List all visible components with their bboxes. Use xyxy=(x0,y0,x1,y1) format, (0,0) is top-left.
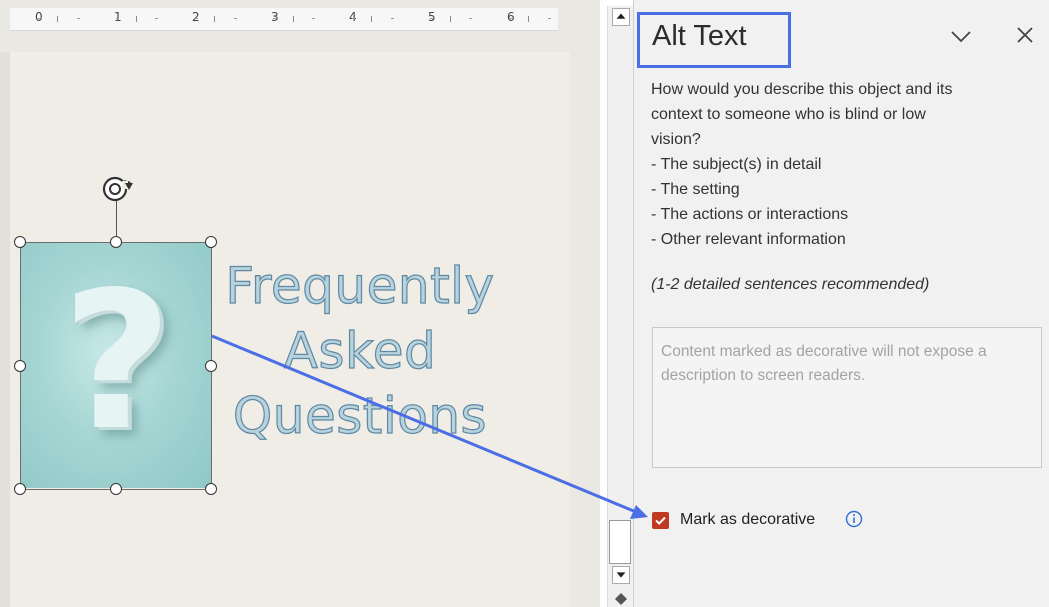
ruler-label: 5 xyxy=(428,10,436,24)
ruler-tick xyxy=(214,16,216,22)
instruction-line: vision? xyxy=(651,131,701,148)
resize-handle-top-right[interactable] xyxy=(205,236,217,248)
ruler-tick xyxy=(312,18,316,19)
ruler-tick xyxy=(351,18,355,19)
recommendation-note: (1-2 detailed sentences recommended) xyxy=(651,276,930,293)
instruction-line: - The setting xyxy=(651,181,740,198)
resize-handle-bottom-right[interactable] xyxy=(205,483,217,495)
resize-handle-left[interactable] xyxy=(14,360,26,372)
ruler-tick xyxy=(371,16,373,22)
info-icon[interactable] xyxy=(845,510,863,528)
ruler-tick xyxy=(547,18,551,19)
ruler-label: 0 xyxy=(35,10,43,24)
resize-handle-bottom-left[interactable] xyxy=(14,483,26,495)
check-icon xyxy=(655,516,666,525)
vertical-scrollbar[interactable] xyxy=(607,6,633,607)
instruction-line: - The actions or interactions xyxy=(651,206,849,223)
ruler-tick xyxy=(135,16,137,22)
faq-title-text[interactable]: Frequently Asked Questions xyxy=(212,254,508,449)
title-line: Frequently xyxy=(225,256,495,315)
ruler-tick xyxy=(528,16,530,22)
instruction-line: How would you describe this object and i… xyxy=(651,81,953,98)
scroll-up-button[interactable] xyxy=(612,8,630,26)
resize-handle-top[interactable] xyxy=(110,236,122,248)
ruler-tick xyxy=(469,18,473,19)
ruler-tick xyxy=(390,18,394,19)
ruler-tick xyxy=(508,18,512,19)
mark-as-decorative-label[interactable]: Mark as decorative xyxy=(680,511,815,529)
ruler-tick xyxy=(233,18,237,19)
ruler-tick xyxy=(76,18,80,19)
instruction-line: - Other relevant information xyxy=(651,231,846,248)
title-line: Questions xyxy=(232,386,488,445)
ruler-label: 6 xyxy=(507,10,515,24)
ruler-tick xyxy=(292,16,294,22)
ruler-tick xyxy=(155,18,159,19)
ruler-label: 2 xyxy=(192,10,200,24)
ruler-tick xyxy=(194,18,198,19)
resize-handle-bottom[interactable] xyxy=(110,483,122,495)
instruction-line: context to someone who is blind or low xyxy=(651,106,926,123)
ruler-tick xyxy=(116,18,120,19)
chevron-down-icon[interactable] xyxy=(948,26,974,46)
ruler-tick xyxy=(57,16,59,22)
ruler-label: 4 xyxy=(349,10,357,24)
ruler-tick xyxy=(273,18,277,19)
split-view-icon[interactable] xyxy=(614,592,628,607)
ruler-label: 3 xyxy=(271,10,279,24)
alt-text-input[interactable] xyxy=(652,327,1042,468)
page-margin xyxy=(0,52,10,607)
ruler-tick xyxy=(430,18,434,19)
ruler-tick xyxy=(449,16,451,22)
instructions-text: How would you describe this object and i… xyxy=(651,77,1041,252)
title-highlight-box xyxy=(637,12,791,68)
close-icon[interactable] xyxy=(1014,24,1036,46)
horizontal-ruler[interactable]: 0 1 2 3 4 5 6 xyxy=(10,8,558,31)
ruler-label: 1 xyxy=(114,10,122,24)
title-line: Asked xyxy=(283,321,437,380)
ruler-tick xyxy=(37,18,41,19)
scroll-down-button[interactable] xyxy=(612,566,630,584)
rotate-icon[interactable] xyxy=(98,171,134,207)
instruction-line: - The subject(s) in detail xyxy=(651,156,822,173)
selection-frame xyxy=(20,242,212,490)
mark-as-decorative-checkbox[interactable] xyxy=(652,512,669,529)
resize-handle-top-left[interactable] xyxy=(14,236,26,248)
scroll-thumb[interactable] xyxy=(609,520,631,564)
